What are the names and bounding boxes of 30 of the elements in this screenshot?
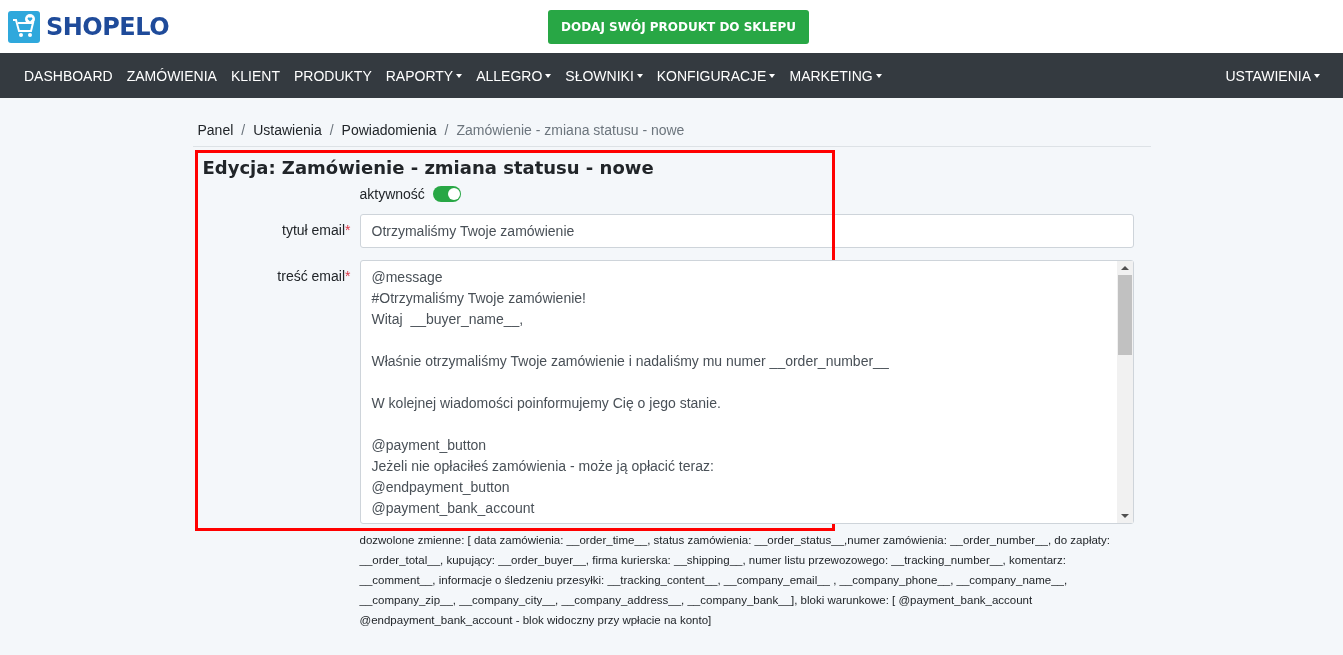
- field-label: tytuł email: [282, 222, 346, 238]
- breadcrumb-link[interactable]: Ustawienia: [253, 122, 322, 138]
- nav-item[interactable]: SŁOWNIKI: [558, 67, 650, 84]
- required-mark: *: [345, 222, 351, 238]
- breadcrumb-separator: /: [241, 122, 246, 138]
- nav-item[interactable]: DASHBOARD: [17, 67, 120, 84]
- breadcrumb-link[interactable]: Powiadomienia: [341, 122, 437, 138]
- scrollbar[interactable]: [1116, 261, 1133, 523]
- toggle-label: aktywność: [359, 186, 425, 202]
- nav-item[interactable]: ZAMÓWIENIA: [119, 67, 224, 84]
- nav-item[interactable]: USTAWIENIA: [1218, 67, 1327, 84]
- nav-item[interactable]: RAPORTY: [378, 67, 470, 84]
- nav-item[interactable]: KONFIGURACJE: [649, 67, 783, 84]
- breadcrumb-separator: /: [329, 122, 334, 138]
- nav-item[interactable]: PRODUKTY: [286, 67, 379, 84]
- field-label: treść email: [277, 268, 346, 284]
- subject-input-field[interactable]: Otrzymaliśmy Twoje zamówienie: [359, 214, 1134, 248]
- breadcrumb-link[interactable]: Panel: [197, 122, 234, 138]
- cart-logo-icon: [8, 10, 40, 43]
- form-title: Edycja: Zamówienie - zmiana statusu - nowe: [202, 157, 655, 178]
- nav-item[interactable]: KLIENT: [223, 67, 287, 84]
- breadcrumb-separator: /: [444, 122, 449, 138]
- required-mark: *: [345, 268, 351, 284]
- logo-text: SHOPELO: [46, 12, 170, 41]
- toggle-switch[interactable]: [432, 186, 461, 202]
- email-body-text-area[interactable]: @message #Otrzymaliśmy Twoje zamówienie! Witaj __buyer_name__, Właśnie otrzymaliśmy Twoje zamówienie i nadaliśmy mu numer __order_number__ W kolejnej wiadomości poinformujemy Cię o jego stanie. @payment_button Jeżeli nie opłaciłeś zamówienia - może ją opłacić teraz: @endpayment_button @payment_bank_account: [359, 260, 1134, 524]
- page-title-text: Zamówienie - zmiana statusu - nowe: [456, 122, 685, 138]
- nav-item[interactable]: MARKETING: [782, 67, 889, 84]
- help-text: dozwolone zmienne: [ data zamówienia: __order_time__, status zamówienia: __order_status__,numer zamówienia: __order_number__, do zapłaty: __order_total__, kupujący: __order_buyer__, firma kurierska: __shipping__, numer listu przewozowego: __tracking_number__, komentarz: __comment__, informacje o śledzeniu przesyłki: __tracking_content__, __company_email__ , __company_phone__, __company_name__, __company_zip__, __company_city__, __company_address__, __company_bank__], bloki warunkowe: [ @payment_bank_account @endpayment_bank_account - blok widoczny przy wpłacie na konto]: [359, 533, 1111, 628]
- nav-item[interactable]: ALLEGRO: [469, 67, 559, 84]
